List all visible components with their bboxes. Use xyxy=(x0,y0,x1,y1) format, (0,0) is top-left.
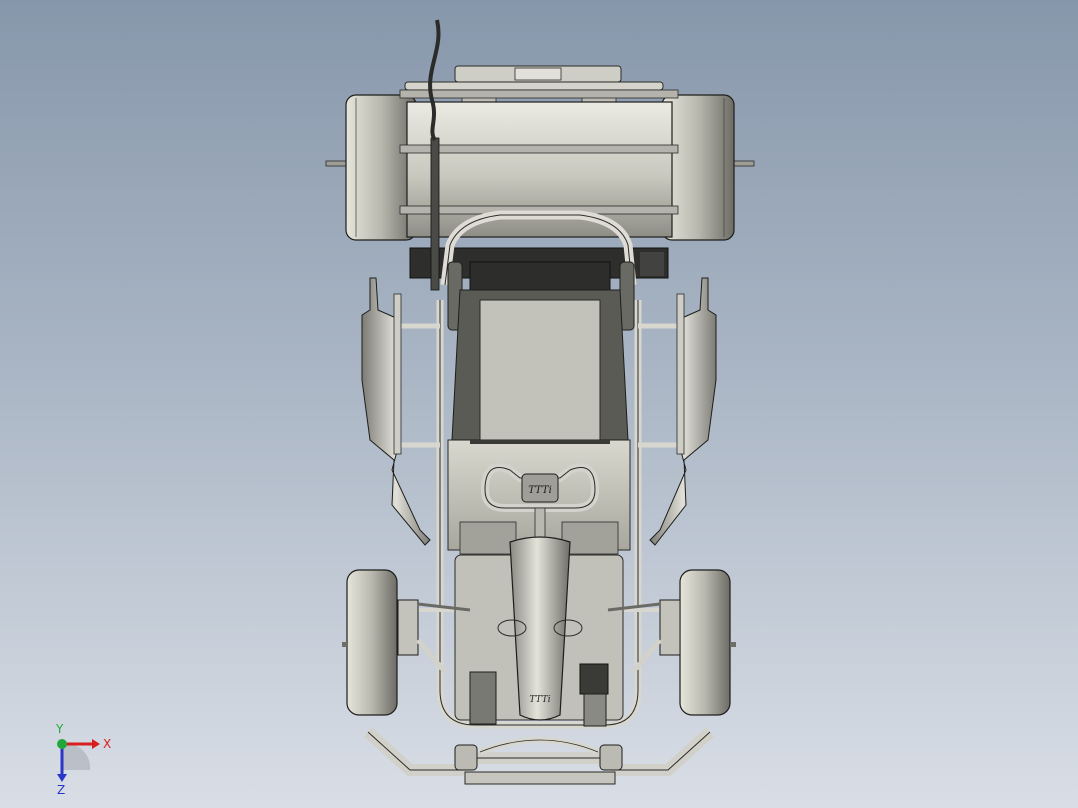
z-axis-label: Z xyxy=(57,783,65,797)
rear-right-tire xyxy=(661,94,735,241)
front-left-tire xyxy=(342,569,398,716)
x-arrowhead xyxy=(92,739,100,749)
coordinate-triad: X Y Z xyxy=(55,722,111,797)
engine-housing xyxy=(399,89,679,279)
go-kart-model[interactable]: TTTi TTTi xyxy=(0,0,1078,808)
right-side-pod xyxy=(649,277,717,546)
front-bumper xyxy=(363,727,715,785)
left-side-pod xyxy=(361,277,431,546)
cad-graphics-area[interactable]: TTTi TTTi X Y Z xyxy=(0,0,1078,808)
steering-logo-text: TTTi xyxy=(528,485,552,496)
front-nose-cone: TTTi xyxy=(509,536,571,721)
y-axis-dot xyxy=(57,739,67,749)
y-axis-label: Y xyxy=(55,722,64,736)
exhaust-pipe xyxy=(428,19,441,291)
seat xyxy=(451,261,629,444)
front-right-tire xyxy=(679,569,736,716)
z-arrowhead xyxy=(57,774,67,782)
nose-logo-text: TTTi xyxy=(529,695,550,705)
x-axis-label: X xyxy=(103,737,111,751)
rear-left-tire xyxy=(345,94,417,241)
